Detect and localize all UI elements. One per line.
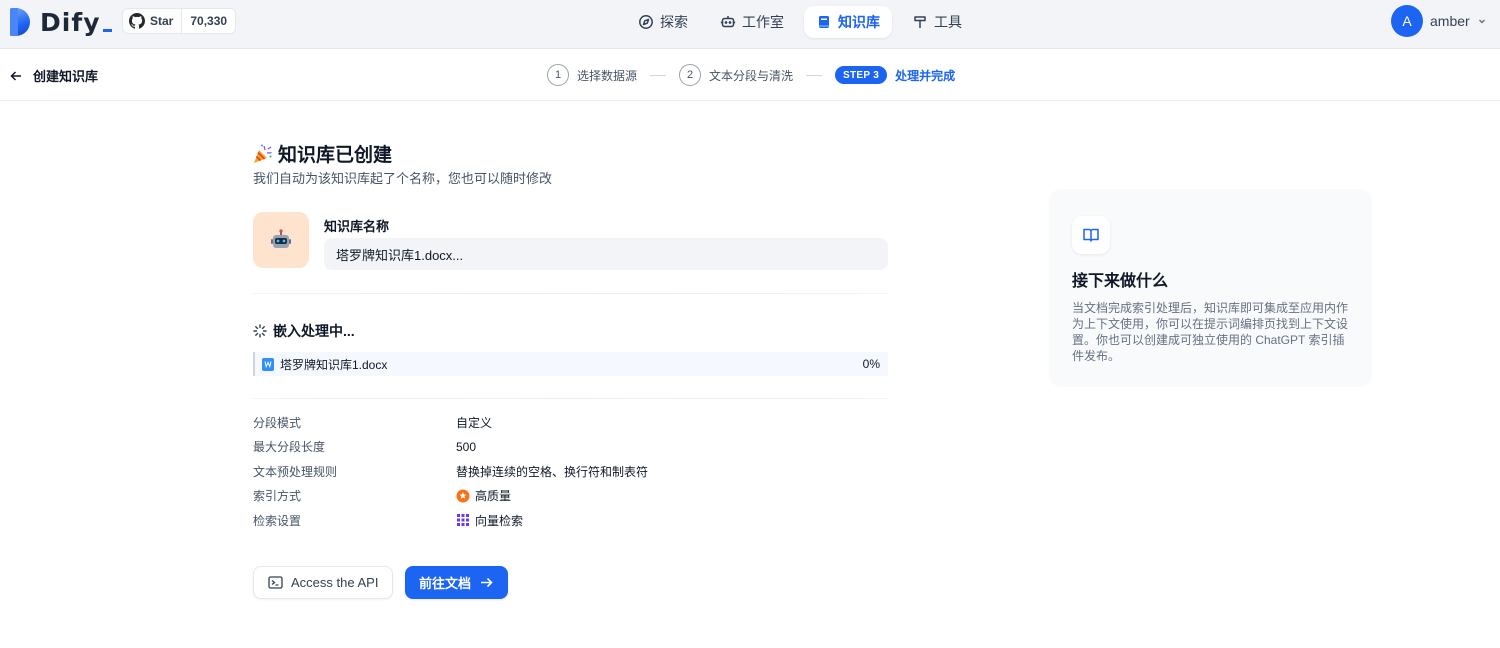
go-to-documents-button[interactable]: 前往文档	[405, 566, 509, 599]
info-label: 索引方式	[253, 489, 302, 504]
next-steps-title: 接下来做什么	[1072, 273, 1169, 290]
subtitle: 我们自动为该知识库起了个名称，您也可以随时修改	[253, 171, 553, 186]
create-knowledge-header: 创建知识库 1 选择数据源 2 文本分段与清洗 STEP 3 处理并完成	[0, 49, 1500, 101]
info-row-retrieval: 检索设置 向量检索	[253, 508, 853, 533]
info-row-preprocess: 文本预处理规则 替换掉连续的空格、换行符和制表符	[253, 459, 853, 484]
go-to-documents-label: 前往文档	[419, 576, 472, 591]
main-nav: 探索 工作室 知识库 工具	[626, 6, 974, 38]
terminal-icon	[268, 576, 283, 589]
nav-label-knowledge: 知识库	[838, 14, 880, 30]
info-value: 替换掉连续的空格、换行符和制表符	[456, 464, 649, 479]
open-book-icon-wrapper	[1072, 216, 1110, 254]
step-1: 1 选择数据源	[547, 64, 637, 86]
logo-text: Dify	[40, 7, 101, 37]
divider	[253, 293, 888, 294]
nav-item-studio[interactable]: 工作室	[708, 6, 796, 38]
back-button[interactable]: 创建知识库	[9, 66, 98, 85]
grid-icon	[457, 514, 469, 527]
step-number: 2	[679, 64, 702, 86]
step-badge: STEP 3	[835, 66, 888, 84]
info-row-index-mode: 索引方式 高质量	[253, 484, 853, 509]
embedding-status: 嵌入处理中...	[253, 321, 355, 341]
docx-file-icon	[262, 357, 274, 371]
access-api-button[interactable]: Access the API	[253, 566, 394, 599]
kb-name-label: 知识库名称	[324, 219, 390, 234]
info-label: 分段模式	[253, 415, 302, 430]
step-label: 处理并完成	[895, 68, 956, 83]
info-value: 高质量	[475, 489, 512, 504]
step-3: STEP 3 处理并完成	[835, 66, 955, 84]
nav-item-explore[interactable]: 探索	[626, 6, 700, 38]
created-title: 知识库已创建	[252, 140, 392, 167]
info-label: 检索设置	[253, 513, 302, 528]
step-number: 1	[547, 64, 569, 86]
divider	[253, 398, 888, 399]
compass-icon	[638, 14, 654, 30]
book-icon	[816, 14, 832, 30]
info-value: 500	[456, 439, 477, 454]
info-label: 最大分段长度	[253, 440, 326, 455]
github-star-label: Star	[150, 14, 174, 28]
nav-label-explore: 探索	[660, 14, 688, 30]
file-progress-percent: 0%	[862, 357, 880, 371]
page-title: 创建知识库	[33, 69, 99, 84]
user-menu[interactable]: A amber	[1391, 5, 1487, 37]
next-steps-text: 当文档完成索引处理后，知识库即可集成至应用内作为上下文使用，你可以在提示词编排页…	[1072, 301, 1349, 363]
step-label: 文本分段与清洗	[709, 68, 794, 83]
info-row-max-length: 最大分段长度 500	[253, 435, 853, 460]
info-row-segment-mode: 分段模式 自定义	[253, 410, 853, 435]
info-value-wrapper: 高质量	[456, 487, 511, 504]
file-name: 塔罗牌知识库1.docx	[280, 357, 388, 372]
logo-underscore	[102, 28, 112, 32]
dify-logo[interactable]: Dify	[8, 7, 112, 37]
loading-spinner-icon	[253, 324, 267, 338]
robot-icon	[720, 14, 736, 30]
user-name[interactable]: amber	[1430, 13, 1470, 29]
dify-logo-mark-icon	[8, 8, 34, 36]
open-book-icon	[1083, 228, 1099, 242]
avatar[interactable]: A	[1391, 5, 1423, 37]
next-steps-card: 接下来做什么 当文档完成索引处理后，知识库即可集成至应用内作为上下文使用，你可以…	[1049, 189, 1372, 387]
nav-label-studio: 工作室	[742, 14, 784, 30]
arrow-left-icon	[10, 70, 21, 81]
nav-item-knowledge[interactable]: 知识库	[804, 6, 892, 38]
github-star-button[interactable]: Star	[123, 9, 181, 33]
knowledge-base-icon[interactable]	[253, 212, 309, 268]
github-star-count[interactable]: 70,330	[181, 9, 236, 33]
access-api-label: Access the API	[291, 575, 379, 590]
step-2: 2 文本分段与清洗	[679, 64, 793, 86]
nav-label-tools: 工具	[934, 14, 962, 30]
step-divider	[650, 74, 667, 76]
star-badge-icon	[456, 489, 470, 503]
step-divider	[806, 74, 823, 76]
info-label: 文本预处理规则	[253, 464, 338, 479]
embedding-status-text: 嵌入处理中...	[273, 323, 355, 339]
step-label: 选择数据源	[577, 68, 638, 83]
hammer-icon	[912, 14, 928, 30]
stepper: 1 选择数据源 2 文本分段与清洗 STEP 3 处理并完成	[547, 64, 955, 86]
party-popper-icon	[254, 144, 272, 163]
info-value: 自定义	[456, 415, 493, 430]
info-value-wrapper: 向量检索	[456, 512, 523, 529]
top-navigation-bar: Dify Star 70,330 探索 工作室 知识库 工具 A amber	[0, 0, 1500, 49]
nav-item-tools[interactable]: 工具	[900, 6, 974, 38]
robot-emoji-icon	[271, 229, 291, 248]
file-progress-row: 塔罗牌知识库1.docx 0%	[253, 352, 888, 376]
chevron-down-icon[interactable]	[1477, 16, 1487, 26]
kb-name-input[interactable]	[324, 238, 888, 270]
info-value: 向量检索	[475, 513, 524, 528]
arrow-right-icon	[481, 577, 493, 588]
settings-summary: 分段模式 自定义 最大分段长度 500 文本预处理规则 替换掉连续的空格、换行符…	[253, 410, 853, 533]
title-text: 知识库已创建	[278, 145, 393, 166]
github-icon	[129, 13, 145, 29]
github-star-widget[interactable]: Star 70,330	[122, 8, 237, 34]
